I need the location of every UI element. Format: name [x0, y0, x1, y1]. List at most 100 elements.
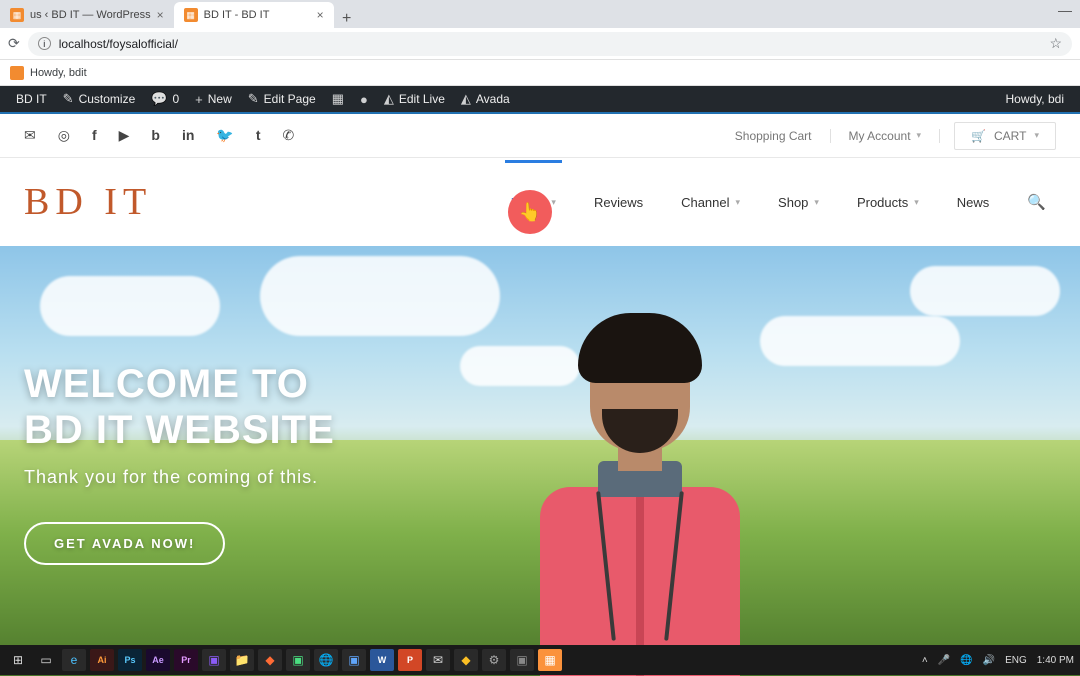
close-icon[interactable]: ×	[157, 8, 164, 22]
browser-tab-wordpress[interactable]: ▦ us ‹ BD IT — WordPress ×	[0, 2, 174, 28]
app-icon-5[interactable]: ◆	[454, 649, 478, 671]
browser-tab-bdit[interactable]: ▦ BD IT - BD IT ×	[174, 2, 334, 28]
pencil-icon: ✎	[248, 91, 259, 107]
task-view-icon[interactable]: ▭	[34, 649, 58, 671]
new-tab-button[interactable]: +	[334, 10, 360, 28]
brush-icon: ✎	[63, 91, 74, 107]
url-input[interactable]: i localhost/foysalofficial/ ☆	[28, 32, 1072, 56]
avada-icon: ◭	[384, 91, 394, 107]
wp-howdy[interactable]: Howdy, bdi	[998, 86, 1072, 112]
xampp-icon[interactable]: ▦	[538, 649, 562, 671]
favicon-icon: ▦	[10, 8, 24, 22]
utility-bar: ✉ ◎ f ▶ b in 🐦 t ✆ Shopping Cart My Acco…	[0, 114, 1080, 158]
cart-icon: 🛒	[971, 129, 986, 143]
nav-channel[interactable]: Channel▾	[681, 195, 740, 210]
instagram-icon[interactable]: ◎	[58, 127, 70, 144]
app-icon-1[interactable]: ▣	[202, 649, 226, 671]
search-icon[interactable]: 🔍	[1027, 193, 1046, 211]
tumblr-icon[interactable]: t	[256, 127, 261, 144]
reload-icon[interactable]: ⟳	[8, 35, 20, 52]
app-icon-2[interactable]: ◆	[258, 649, 282, 671]
edge-icon[interactable]: e	[62, 649, 86, 671]
chrome-icon[interactable]: 🌐	[314, 649, 338, 671]
youtube-icon[interactable]: ▶	[119, 127, 130, 144]
twitter-icon[interactable]: 🐦	[216, 127, 233, 144]
mail-icon[interactable]: ✉	[426, 649, 450, 671]
language-indicator[interactable]: ENG	[1005, 655, 1027, 666]
network-icon[interactable]: 🌐	[960, 655, 972, 666]
nav-products[interactable]: Products▾	[857, 195, 919, 210]
app-icon-6[interactable]: ⚙	[482, 649, 506, 671]
app-icon-4[interactable]: ▣	[342, 649, 366, 671]
wp-admin-bar: BD IT ✎Customize 💬0 +New ✎Edit Page ▦ ● …	[0, 86, 1080, 112]
phone-icon[interactable]: ✆	[283, 127, 295, 144]
nav-links: Home▾ Reviews Channel▾ Shop▾ Products▾ N…	[511, 193, 1046, 211]
volume-icon[interactable]: 🔊	[983, 655, 995, 666]
nav-shop[interactable]: Shop▾	[778, 195, 819, 210]
mail-icon[interactable]: ✉	[24, 127, 36, 144]
start-icon[interactable]: ⊞	[6, 649, 30, 671]
chevron-down-icon: ▾	[1034, 130, 1039, 141]
windows-taskbar: ⊞ ▭ e Ai Ps Ae Pr ▣ 📁 ◆ ▣ 🌐 ▣ W P ✉ ◆ ⚙ …	[0, 645, 1080, 675]
minimize-icon[interactable]: —	[1058, 2, 1072, 18]
premiere-icon[interactable]: Pr	[174, 649, 198, 671]
get-avada-button[interactable]: GET AVADA NOW!	[24, 522, 225, 565]
url-text: localhost/foysalofficial/	[59, 37, 178, 51]
hero-heading: WELCOME TO BD IT WEBSITE	[24, 361, 335, 453]
hero-person-image	[520, 321, 760, 676]
chevron-down-icon: ▾	[917, 130, 922, 141]
site-logo[interactable]: BD IT	[24, 180, 152, 224]
star-icon[interactable]: ☆	[1049, 35, 1062, 52]
nav-reviews[interactable]: Reviews	[594, 195, 643, 210]
address-bar: ⟳ i localhost/foysalofficial/ ☆	[0, 28, 1080, 60]
wp-fusion-icon[interactable]: ▦	[324, 86, 352, 112]
wp-edit-live[interactable]: ◭Edit Live	[376, 86, 453, 112]
aftereffects-icon[interactable]: Ae	[146, 649, 170, 671]
wp-comments[interactable]: 💬0	[143, 86, 187, 112]
plus-icon: +	[195, 92, 203, 107]
hero-text: WELCOME TO BD IT WEBSITE Thank you for t…	[24, 361, 335, 565]
clock[interactable]: 1:40 PM	[1037, 655, 1074, 666]
tray-up-icon[interactable]: ˄	[922, 655, 928, 666]
facebook-icon[interactable]: f	[92, 127, 97, 144]
bookmark-item[interactable]: Howdy, bdit	[30, 67, 87, 79]
powerpoint-icon[interactable]: P	[398, 649, 422, 671]
blogger-icon[interactable]: b	[151, 127, 160, 144]
avada-icon: ◭	[461, 91, 471, 107]
info-icon[interactable]: i	[38, 37, 51, 50]
photoshop-icon[interactable]: Ps	[118, 649, 142, 671]
my-account-link[interactable]: My Account▾	[831, 129, 941, 143]
microphone-icon[interactable]: 🎤	[938, 655, 950, 666]
tab-title: BD IT - BD IT	[204, 9, 311, 21]
bookmarks-bar: Howdy, bdit	[0, 60, 1080, 86]
hero-section: WELCOME TO BD IT WEBSITE Thank you for t…	[0, 246, 1080, 676]
wp-new[interactable]: +New	[187, 86, 240, 112]
bookmark-favicon-icon	[10, 66, 24, 80]
chevron-down-icon: ▾	[914, 197, 919, 208]
explorer-icon[interactable]: 📁	[230, 649, 254, 671]
tab-title: us ‹ BD IT — WordPress	[30, 9, 151, 21]
circle-icon: ●	[360, 92, 368, 107]
system-tray: ˄ 🎤 🌐 🔊 ENG 1:40 PM	[922, 655, 1074, 666]
illustrator-icon[interactable]: Ai	[90, 649, 114, 671]
window-controls: —	[1058, 2, 1072, 18]
shopping-cart-link[interactable]: Shopping Cart	[717, 129, 831, 143]
chevron-down-icon: ▾	[736, 197, 741, 208]
word-icon[interactable]: W	[370, 649, 394, 671]
close-icon[interactable]: ×	[317, 8, 324, 22]
favicon-icon: ▦	[184, 8, 198, 22]
app-icon-3[interactable]: ▣	[286, 649, 310, 671]
cursor-highlight: 👆	[508, 190, 552, 234]
hero-subheading: Thank you for the coming of this.	[24, 467, 335, 488]
cart-button[interactable]: 🛒 CART ▾	[954, 122, 1056, 150]
wp-customize[interactable]: ✎Customize	[55, 86, 144, 112]
wp-site-link[interactable]: BD IT	[8, 86, 55, 112]
app-icon-7[interactable]: ▣	[510, 649, 534, 671]
wp-avada[interactable]: ◭Avada	[453, 86, 518, 112]
nav-news[interactable]: News	[957, 195, 990, 210]
chevron-down-icon: ▾	[551, 197, 556, 208]
chevron-down-icon: ▾	[814, 197, 819, 208]
linkedin-icon[interactable]: in	[182, 127, 194, 144]
wp-bullet-icon[interactable]: ●	[352, 86, 376, 112]
wp-edit-page[interactable]: ✎Edit Page	[240, 86, 324, 112]
